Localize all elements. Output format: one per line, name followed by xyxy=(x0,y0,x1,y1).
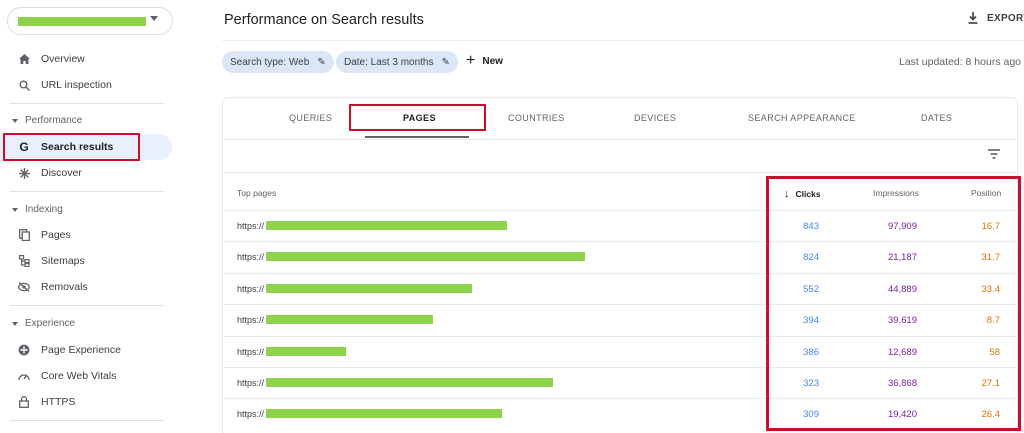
redacted-url-path xyxy=(266,284,472,293)
collapse-icon xyxy=(12,321,18,326)
chip-label: Date: Last 3 months xyxy=(344,56,434,68)
tab-countries[interactable]: COUNTRIES xyxy=(508,113,565,123)
sidebar-item-label: Sitemaps xyxy=(41,255,85,267)
edit-icon: ✎ xyxy=(317,56,326,68)
redacted-url-path xyxy=(266,315,433,324)
section-label: Performance xyxy=(25,115,83,126)
page-url: https:// xyxy=(237,347,265,357)
divider xyxy=(10,305,164,306)
export-button[interactable]: EXPORT xyxy=(968,12,1024,24)
lock-icon xyxy=(16,394,32,410)
redacted-url-path xyxy=(266,221,507,230)
sidebar: Overview URL inspection Performance G Se… xyxy=(0,0,185,433)
highlight-outline xyxy=(3,133,140,161)
new-filter-button[interactable]: + New xyxy=(466,53,503,69)
sidebar-item-label: Pages xyxy=(41,229,71,241)
plus-icon: + xyxy=(466,52,476,69)
tab-dates[interactable]: DATES xyxy=(921,113,952,123)
sidebar-item-label: Discover xyxy=(41,167,82,179)
chip-label: Search type: Web xyxy=(230,56,310,68)
sidebar-item-page-experience[interactable]: Page Experience xyxy=(0,337,172,363)
redacted-url-path xyxy=(266,409,502,418)
page-title: Performance on Search results xyxy=(224,12,424,28)
sidebar-item-label: URL inspection xyxy=(41,79,112,91)
sidebar-item-label: Overview xyxy=(41,53,85,65)
highlight-outline xyxy=(766,176,1021,431)
section-label: Experience xyxy=(25,318,76,329)
section-label: Indexing xyxy=(25,204,63,215)
sidebar-item-label: Page Experience xyxy=(41,344,121,356)
sidebar-item-pages[interactable]: Pages xyxy=(0,222,172,248)
highlight-outline xyxy=(349,104,486,131)
sidebar-item-label: Core Web Vitals xyxy=(41,370,117,382)
divider xyxy=(222,172,1018,173)
tab-queries[interactable]: QUERIES xyxy=(289,113,332,123)
pages-icon xyxy=(16,227,32,243)
download-icon xyxy=(968,12,978,24)
section-performance[interactable]: Performance xyxy=(12,115,82,126)
sidebar-item-overview[interactable]: Overview xyxy=(0,46,172,72)
sidebar-item-discover[interactable]: Discover xyxy=(0,160,172,186)
section-experience[interactable]: Experience xyxy=(12,318,75,329)
page-url: https:// xyxy=(237,378,265,388)
page-url: https:// xyxy=(237,409,265,419)
sidebar-item-core-web-vitals[interactable]: Core Web Vitals xyxy=(0,363,172,389)
active-tab-indicator xyxy=(365,136,469,138)
page-url: https:// xyxy=(237,315,265,325)
collapse-icon xyxy=(12,118,18,123)
sidebar-item-label: Removals xyxy=(41,281,88,293)
last-updated: Last updated: 8 hours ago xyxy=(899,56,1022,68)
column-header-pages: Top pages xyxy=(237,188,277,198)
page-experience-icon xyxy=(16,342,32,358)
edit-icon: ✎ xyxy=(441,56,450,68)
divider xyxy=(10,191,164,192)
filter-chip-search-type[interactable]: Search type: Web ✎ xyxy=(222,51,334,73)
export-label: EXPORT xyxy=(987,12,1024,24)
sidebar-item-sitemaps[interactable]: Sitemaps xyxy=(0,248,172,274)
divider xyxy=(222,40,1024,41)
home-icon xyxy=(16,51,32,67)
sitemap-icon xyxy=(16,253,32,269)
gauge-icon xyxy=(16,368,32,384)
redacted-property-name xyxy=(18,17,146,26)
divider xyxy=(222,139,1018,140)
new-label: New xyxy=(482,55,503,67)
filter-icon[interactable] xyxy=(987,148,1001,160)
redacted-url-path xyxy=(266,252,585,261)
sidebar-item-url-inspection[interactable]: URL inspection xyxy=(0,72,172,98)
sidebar-item-label: HTTPS xyxy=(41,396,76,408)
divider xyxy=(10,103,164,104)
filter-chip-date[interactable]: Date: Last 3 months ✎ xyxy=(336,51,458,73)
sidebar-item-removals[interactable]: Removals xyxy=(0,274,172,300)
collapse-icon xyxy=(12,207,18,212)
tab-search-appearance[interactable]: SEARCH APPEARANCE xyxy=(748,113,856,123)
redacted-url-path xyxy=(266,378,553,387)
page-url: https:// xyxy=(237,284,265,294)
redacted-url-path xyxy=(266,347,346,356)
asterisk-icon xyxy=(16,165,32,181)
divider xyxy=(10,420,164,421)
tab-devices[interactable]: DEVICES xyxy=(634,113,676,123)
search-icon xyxy=(16,77,32,93)
property-selector[interactable] xyxy=(7,7,173,35)
section-indexing[interactable]: Indexing xyxy=(12,204,63,215)
chevron-down-icon xyxy=(150,16,158,21)
page-url: https:// xyxy=(237,221,265,231)
removal-icon xyxy=(16,279,32,295)
page-url: https:// xyxy=(237,252,265,262)
sidebar-item-https[interactable]: HTTPS xyxy=(0,389,172,415)
